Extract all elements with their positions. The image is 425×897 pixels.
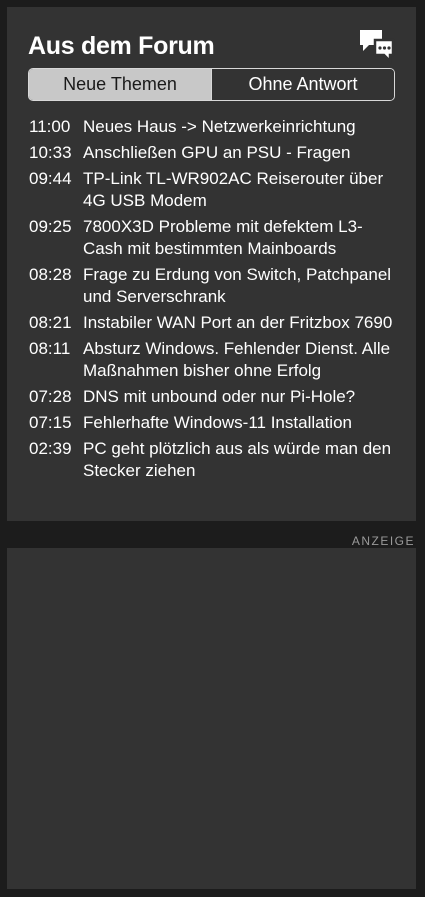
topic-time: 09:44 <box>29 169 72 188</box>
topic-time: 07:15 <box>29 413 72 432</box>
tab-ohne-antwort[interactable]: Ohne Antwort <box>211 69 394 100</box>
topic-item[interactable]: 07:15 Fehlerhafte Windows-11 Installatio… <box>29 412 399 434</box>
topic-item[interactable]: 07:28 DNS mit unbound oder nur Pi-Hole? <box>29 386 399 408</box>
topic-title-link[interactable]: PC geht plötzlich aus als würde man den … <box>83 438 399 482</box>
topic-item[interactable]: 10:33 Anschließen GPU an PSU - Fragen <box>29 142 399 164</box>
topic-title-link[interactable]: Instabiler WAN Port an der Fritzbox 7690 <box>83 312 399 334</box>
topic-time: 11:00 <box>29 117 71 136</box>
topic-time: 10:33 <box>29 143 72 162</box>
topic-time: 07:28 <box>29 387 72 406</box>
topic-item[interactable]: 11:00 Neues Haus -> Netzwerkeinrichtung <box>29 116 399 138</box>
topic-time: 08:21 <box>29 313 72 332</box>
tab-neue-themen[interactable]: Neue Themen <box>29 69 211 100</box>
topic-title-link[interactable]: Neues Haus -> Netzwerkeinrichtung <box>83 116 399 138</box>
topic-tabs: Neue Themen Ohne Antwort <box>28 68 395 101</box>
topic-title-link[interactable]: Frage zu Erdung von Switch, Patchpanel u… <box>83 264 399 308</box>
topic-item[interactable]: 08:21 Instabiler WAN Port an der Fritzbo… <box>29 312 399 334</box>
topic-time: 02:39 <box>29 439 72 458</box>
topic-time: 09:25 <box>29 217 72 236</box>
topic-item[interactable]: 08:28 Frage zu Erdung von Switch, Patchp… <box>29 264 399 308</box>
topic-title-link[interactable]: Absturz Windows. Fehlender Dienst. Alle … <box>83 338 399 382</box>
ad-label: ANZEIGE <box>351 534 415 548</box>
topic-item[interactable]: 09:25 7800X3D Probleme mit defektem L3-C… <box>29 216 399 260</box>
topic-time: 08:11 <box>29 339 71 358</box>
topic-title-link[interactable]: Fehlerhafte Windows-11 Installation <box>83 412 399 434</box>
topic-title-link[interactable]: Anschließen GPU an PSU - Fragen <box>83 142 399 164</box>
topic-title-link[interactable]: DNS mit unbound oder nur Pi-Hole? <box>83 386 399 408</box>
topic-item[interactable]: 09:44 TP-Link TL-WR902AC Reiserouter übe… <box>29 168 399 212</box>
widget-title[interactable]: Aus dem Forum <box>28 32 215 61</box>
topic-item[interactable]: 02:39 PC geht plötzlich aus als würde ma… <box>29 438 399 482</box>
ad-placeholder[interactable] <box>7 548 416 889</box>
forum-widget: Aus dem Forum Neue Themen Ohne Antwort 1… <box>7 7 416 521</box>
topic-time: 08:28 <box>29 265 72 284</box>
topic-item[interactable]: 08:11 Absturz Windows. Fehlender Dienst.… <box>29 338 399 382</box>
topic-title-link[interactable]: TP-Link TL-WR902AC Reiserouter über 4G U… <box>83 168 399 212</box>
topic-title-link[interactable]: 7800X3D Probleme mit defektem L3-Cash mi… <box>83 216 399 260</box>
forum-chat-bubbles-icon[interactable] <box>358 28 396 65</box>
topic-list: 11:00 Neues Haus -> Netzwerkeinrichtung … <box>29 116 399 486</box>
